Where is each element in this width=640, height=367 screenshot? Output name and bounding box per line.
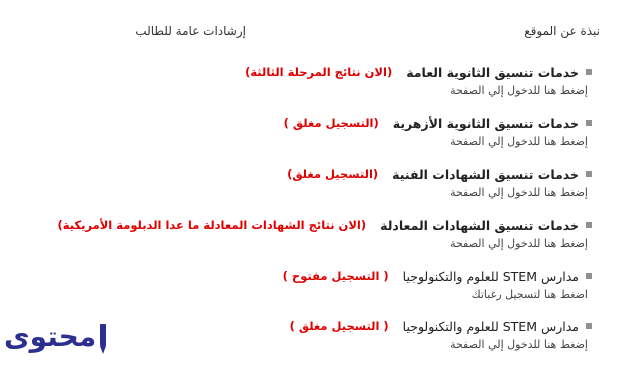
service-title[interactable]: خدمات تنسيق الثانوية العامة bbox=[406, 65, 579, 80]
service-item-technical[interactable]: خدمات تنسيق الشهادات الفنية (التسجيل مغل… bbox=[32, 164, 592, 215]
service-item-stem-2[interactable]: مدارس STEM للعلوم والتكنولوجيا ( التسجيل… bbox=[32, 316, 592, 367]
service-status-badge: (التسجيل مغلق) bbox=[287, 167, 379, 181]
logo-text: محتوى bbox=[4, 320, 97, 353]
pen-icon bbox=[100, 324, 107, 354]
service-status-badge: (التسجيل مغلق ) bbox=[283, 116, 379, 130]
student-guidance-tab[interactable]: إرشادات عامة للطالب bbox=[135, 24, 246, 38]
service-item-equivalent[interactable]: خدمات تنسيق الشهادات المعادلة (الان نتائ… bbox=[32, 215, 592, 266]
square-bullet-icon bbox=[586, 120, 592, 126]
square-bullet-icon bbox=[586, 222, 592, 228]
service-link-hint[interactable]: إضغط هنا للدخول إلي الصفحة bbox=[32, 135, 592, 148]
square-bullet-icon bbox=[586, 171, 592, 177]
service-title[interactable]: خدمات تنسيق الثانوية الأزهرية bbox=[393, 116, 579, 131]
top-navigation: نبذة عن الموقع إرشادات عامة للطالب bbox=[0, 24, 640, 46]
square-bullet-icon bbox=[586, 273, 592, 279]
service-status-badge: ( التسجيل مفتوح ) bbox=[282, 269, 389, 283]
service-title[interactable]: خدمات تنسيق الشهادات المعادلة bbox=[380, 218, 579, 233]
service-link-hint[interactable]: إضغط هنا للدخول إلي الصفحة bbox=[32, 237, 592, 250]
service-link-hint[interactable]: إضغط هنا للدخول إلي الصفحة bbox=[32, 84, 592, 97]
service-item-thanaweya-amma[interactable]: خدمات تنسيق الثانوية العامة (الان نتائج … bbox=[32, 62, 592, 113]
service-title[interactable]: مدارس STEM للعلوم والتكنولوجيا bbox=[403, 269, 579, 284]
service-item-azhar[interactable]: خدمات تنسيق الثانوية الأزهرية (التسجيل م… bbox=[32, 113, 592, 164]
site-logo: محتوى bbox=[4, 316, 107, 354]
service-status-badge: (الان نتائج الشهادات المعادلة ما عدا الد… bbox=[57, 218, 367, 232]
about-site-tab[interactable]: نبذة عن الموقع bbox=[524, 24, 600, 38]
service-link-hint[interactable]: إضغط هنا للدخول إلي الصفحة bbox=[32, 186, 592, 199]
service-link-hint[interactable]: اضغط هنا لتسجيل رغباتك bbox=[32, 288, 592, 301]
services-list: خدمات تنسيق الثانوية العامة (الان نتائج … bbox=[32, 62, 592, 367]
service-link-hint[interactable]: إضغط هنا للدخول إلي الصفحة bbox=[32, 338, 592, 351]
service-status-badge: ( التسجيل مغلق ) bbox=[289, 319, 389, 333]
service-item-stem[interactable]: مدارس STEM للعلوم والتكنولوجيا ( التسجيل… bbox=[32, 266, 592, 316]
service-title[interactable]: مدارس STEM للعلوم والتكنولوجيا bbox=[403, 319, 579, 334]
square-bullet-icon bbox=[586, 69, 592, 75]
service-status-badge: (الان نتائج المرحلة الثالثة) bbox=[245, 65, 393, 79]
square-bullet-icon bbox=[586, 323, 592, 329]
service-title[interactable]: خدمات تنسيق الشهادات الفنية bbox=[392, 167, 579, 182]
